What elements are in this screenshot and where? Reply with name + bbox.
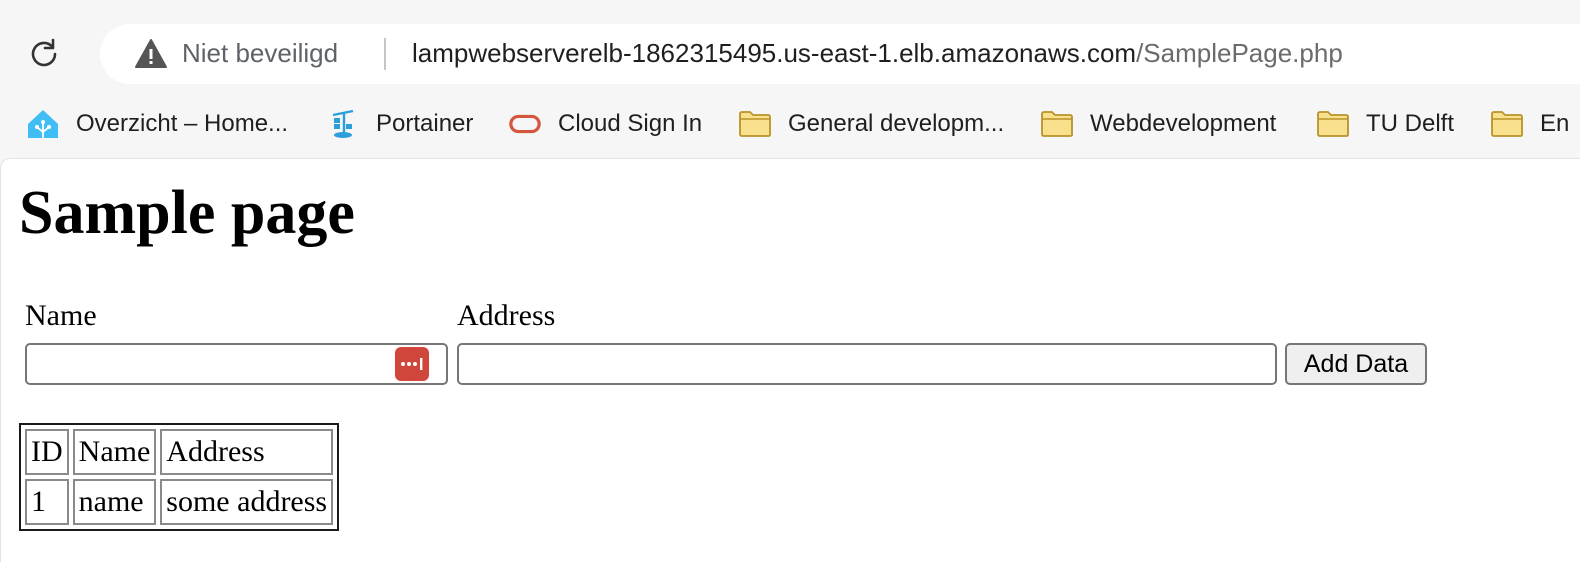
name-label: Name xyxy=(25,299,97,332)
omnibox-divider xyxy=(384,38,386,70)
address-label: Address xyxy=(457,299,556,332)
bookmark-home-assistant[interactable]: Overzicht – Home... xyxy=(26,108,288,140)
portainer-icon xyxy=(326,109,360,139)
folder-icon xyxy=(1316,109,1350,139)
table-header-row: ID Name Address xyxy=(25,429,334,475)
address-input[interactable] xyxy=(457,343,1277,385)
bookmark-folder-tu-delft[interactable]: TU Delft xyxy=(1316,108,1454,140)
folder-icon xyxy=(1490,109,1524,139)
bookmark-label: En xyxy=(1540,110,1570,137)
data-table: ID Name Address 1 name some address xyxy=(19,423,340,531)
name-input[interactable] xyxy=(25,343,448,385)
url-host: lampwebserverelb-1862315495.us-east-1.el… xyxy=(412,38,1137,68)
page-title: Sample page xyxy=(19,179,355,247)
bookmarks-bar: Overzicht – Home... Portainer Cloud Sign… xyxy=(0,98,1580,150)
bookmark-folder-en[interactable]: En xyxy=(1490,108,1569,140)
folder-icon xyxy=(1040,109,1074,139)
browser-toolbar: Niet beveiligd lampwebserverelb-18623154… xyxy=(0,0,1580,98)
warning-icon[interactable] xyxy=(134,38,168,70)
folder-icon xyxy=(738,109,772,139)
column-header-address: Address xyxy=(160,429,334,475)
url-path: /SamplePage.php xyxy=(1136,38,1343,68)
password-manager-icon[interactable] xyxy=(395,347,429,381)
bookmark-label: Portainer xyxy=(376,110,474,137)
security-status-text[interactable]: Niet beveiligd xyxy=(182,38,338,69)
url-text[interactable]: lampwebserverelb-1862315495.us-east-1.el… xyxy=(412,38,1343,69)
column-header-name: Name xyxy=(72,429,157,475)
page-content: Sample page Name Address Add Data ID Nam… xyxy=(0,158,1580,562)
bookmark-portainer[interactable]: Portainer xyxy=(326,108,473,140)
cell-address: some address xyxy=(160,479,334,525)
bookmark-label: TU Delft xyxy=(1366,110,1455,137)
column-header-id: ID xyxy=(25,429,69,475)
bookmark-label: Overzicht – Home... xyxy=(76,110,289,137)
bookmark-folder-webdevelopment[interactable]: Webdevelopment xyxy=(1040,108,1276,140)
bookmark-label: Webdevelopment xyxy=(1090,110,1277,137)
bookmark-label: Cloud Sign In xyxy=(558,110,703,137)
cell-name: name xyxy=(72,479,157,525)
oracle-cloud-icon xyxy=(508,109,542,139)
address-bar[interactable]: Niet beveiligd lampwebserverelb-18623154… xyxy=(100,24,1580,84)
reload-icon[interactable] xyxy=(26,36,62,72)
bookmark-label: General developm... xyxy=(788,110,1005,137)
add-data-button[interactable]: Add Data xyxy=(1285,343,1427,385)
cell-id: 1 xyxy=(25,479,69,525)
bookmark-folder-general-development[interactable]: General developm... xyxy=(738,108,1004,140)
table-row: 1 name some address xyxy=(25,479,334,525)
bookmark-cloud-sign-in[interactable]: Cloud Sign In xyxy=(508,108,702,140)
home-assistant-icon xyxy=(26,109,60,139)
